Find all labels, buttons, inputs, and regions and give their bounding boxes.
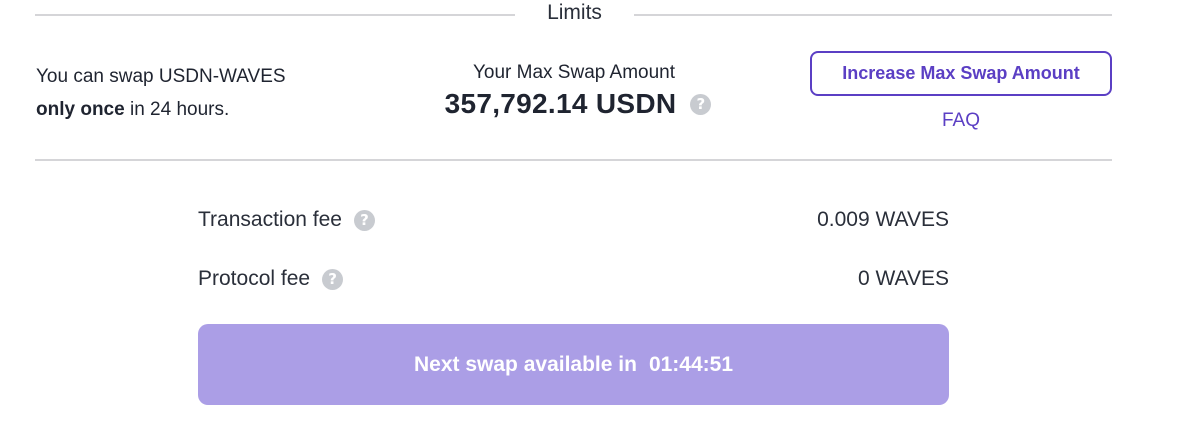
swap-info-emphasis: only once [36, 99, 125, 120]
section-divider [35, 159, 1112, 161]
max-swap-amount-block: Your Max Swap Amount 357,792.14 USDN ? [430, 60, 718, 120]
question-circle-icon[interactable]: ? [322, 268, 344, 290]
limits-divider-right [634, 14, 1112, 16]
max-swap-label: Your Max Swap Amount [472, 62, 676, 83]
max-swap-value: 357,792.14 USDN [444, 88, 677, 119]
increase-max-swap-button[interactable]: Increase Max Swap Amount [810, 51, 1112, 96]
question-circle-icon[interactable]: ? [690, 93, 712, 115]
protocol-fee-label-wrap: Protocol fee ? [198, 267, 344, 291]
swap-info-line1: You can swap USDN-WAVES [36, 66, 286, 87]
swap-info-rest: in 24 hours. [124, 99, 230, 120]
next-swap-label: Next swap available in [414, 352, 637, 376]
faq-link[interactable]: FAQ [911, 110, 1011, 132]
transaction-fee-row: Transaction fee ? 0.009 WAVES [198, 208, 949, 232]
protocol-fee-label: Protocol fee [198, 267, 311, 290]
swap-frequency-info: You can swap USDN-WAVES only once in 24 … [36, 60, 286, 126]
swap-info-line2: only once in 24 hours. [36, 93, 286, 126]
limits-title: Limits [547, 1, 602, 24]
protocol-fee-row: Protocol fee ? 0 WAVES [198, 267, 949, 291]
max-swap-value-row: 357,792.14 USDN ? [430, 88, 718, 120]
limits-divider-left [35, 14, 515, 16]
question-circle-icon[interactable]: ? [353, 209, 375, 231]
next-swap-countdown: 01:44:51 [648, 352, 733, 376]
transaction-fee-label-wrap: Transaction fee ? [198, 208, 375, 232]
protocol-fee-value: 0 WAVES [857, 267, 949, 290]
next-swap-button[interactable]: Next swap available in 01:44:51 [198, 324, 949, 405]
transaction-fee-value: 0.009 WAVES [817, 208, 949, 231]
transaction-fee-label: Transaction fee [198, 208, 342, 231]
